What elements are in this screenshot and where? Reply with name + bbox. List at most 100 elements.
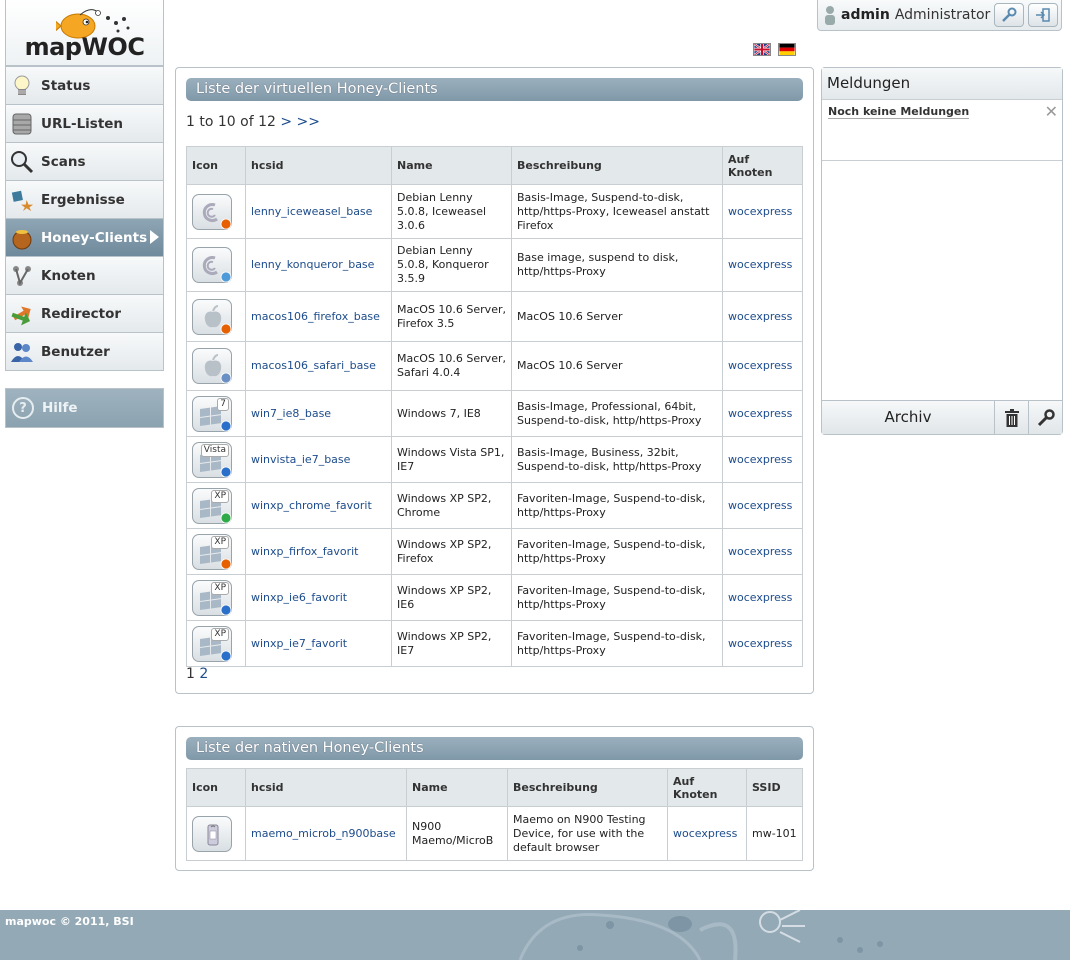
- wrench-icon: [1002, 7, 1017, 22]
- node-link[interactable]: wocexpress: [728, 258, 792, 271]
- hcsid-link[interactable]: win7_ie8_base: [251, 407, 331, 420]
- user-icon: [825, 6, 835, 25]
- pagination-top: 1 to 10 of 12 > >>: [186, 114, 320, 130]
- node-link[interactable]: wocexpress: [728, 359, 792, 372]
- node-link[interactable]: wocexpress: [728, 637, 792, 650]
- sidebar-item-scans[interactable]: Scans: [6, 142, 163, 180]
- node-link[interactable]: wocexpress: [728, 310, 792, 323]
- delete-button[interactable]: [994, 401, 1028, 434]
- client-description: Favoriten-Image, Suspend-to-disk, http/h…: [511, 620, 723, 667]
- sidebar-item-knoten[interactable]: Knoten: [6, 256, 163, 294]
- client-name: MacOS 10.6 Server, Firefox 3.5: [391, 291, 512, 342]
- column-header[interactable]: Auf Knoten: [722, 146, 803, 185]
- client-name: N900 Maemo/MicroB: [406, 806, 508, 861]
- close-icon[interactable]: ✕: [1045, 102, 1058, 121]
- native-clients-panel: Liste der nativen Honey-Clients Icon hcs…: [175, 726, 814, 871]
- hcsid-link[interactable]: macos106_safari_base: [251, 359, 376, 372]
- column-header[interactable]: Auf Knoten: [667, 768, 747, 807]
- node-link[interactable]: wocexpress: [673, 827, 737, 840]
- sidebar-item-status[interactable]: Status: [6, 66, 163, 104]
- wrench-icon: [1037, 408, 1055, 426]
- messages-panel: Meldungen Noch keine Meldungen ✕ Archiv: [821, 67, 1063, 435]
- native-clients-table: Icon hcsid Name Beschreibung Auf Knoten …: [186, 768, 803, 861]
- page-number-link[interactable]: 2: [199, 666, 208, 682]
- hcsid-link[interactable]: winxp_firfox_favorit: [251, 545, 359, 558]
- client-description: Basis-Image, Suspend-to-disk, http/https…: [511, 184, 723, 239]
- trash-icon: [1004, 408, 1019, 427]
- sidebar-item-benutzer[interactable]: Benutzer: [6, 332, 163, 370]
- message-settings-button[interactable]: [1028, 401, 1062, 434]
- client-description: MacOS 10.6 Server: [511, 341, 723, 391]
- table-row: lenny_iceweasel_base Debian Lenny 5.0.8, …: [186, 184, 803, 239]
- node-link[interactable]: wocexpress: [728, 407, 792, 420]
- hcsid-link[interactable]: winxp_chrome_favorit: [251, 499, 372, 512]
- column-header[interactable]: Beschreibung: [511, 146, 723, 185]
- german-flag-icon[interactable]: [778, 43, 796, 56]
- os-icon-cell: XP: [186, 528, 246, 575]
- app-logo[interactable]: mapWOC: [5, 0, 164, 66]
- hcsid-link[interactable]: lenny_konqueror_base: [251, 258, 374, 271]
- footer-decoration-icon: [518, 910, 883, 960]
- node-link[interactable]: wocexpress: [728, 591, 792, 604]
- os-icon-cell: Vista: [186, 436, 246, 483]
- node-link[interactable]: wocexpress: [728, 499, 792, 512]
- last-page-link[interactable]: >>: [297, 114, 320, 130]
- os-icon-cell: [186, 341, 246, 391]
- client-description: Base image, suspend to disk, http/https-…: [511, 238, 723, 292]
- column-header[interactable]: Beschreibung: [507, 768, 668, 807]
- archive-button[interactable]: Archiv: [822, 401, 994, 434]
- username: admin: [841, 7, 890, 23]
- client-name: Windows XP SP2, Chrome: [391, 482, 512, 529]
- hcsid-link[interactable]: winxp_ie6_favorit: [251, 591, 347, 604]
- sidebar-item-label: Redirector: [41, 305, 122, 322]
- column-header[interactable]: hcsid: [245, 768, 407, 807]
- client-name: Windows XP SP2, IE7: [391, 620, 512, 667]
- pagination-bottom: 1 2: [186, 666, 208, 682]
- node-link[interactable]: wocexpress: [728, 205, 792, 218]
- sidebar-item-ergebnisse[interactable]: Ergebnisse: [6, 180, 163, 218]
- client-description: MacOS 10.6 Server: [511, 291, 723, 342]
- hcsid-link[interactable]: winxp_ie7_favorit: [251, 637, 347, 650]
- sidebar-item-label: Ergebnisse: [41, 191, 125, 208]
- column-header: Icon: [186, 146, 246, 185]
- os-icon-cell: 7: [186, 390, 246, 437]
- apple-os-icon: [192, 298, 232, 335]
- virtual-clients-panel: Liste der virtuellen Honey-Clients 1 to …: [175, 67, 814, 694]
- hcsid-link[interactable]: lenny_iceweasel_base: [251, 205, 372, 218]
- node-link[interactable]: wocexpress: [728, 545, 792, 558]
- column-header[interactable]: hcsid: [245, 146, 392, 185]
- sidebar-item-url-listen[interactable]: URL-Listen: [6, 104, 163, 142]
- os-icon-cell: [186, 291, 246, 342]
- hcsid-link[interactable]: winvista_ie7_base: [251, 453, 350, 466]
- node-link[interactable]: wocexpress: [728, 453, 792, 466]
- column-header[interactable]: SSID: [746, 768, 803, 807]
- os-version-badge: XP: [211, 581, 229, 595]
- client-name: Debian Lenny 5.0.8, Iceweasel 3.0.6: [391, 184, 512, 239]
- mobile-device-icon: [192, 815, 232, 852]
- panel-title: Liste der virtuellen Honey-Clients: [186, 78, 803, 101]
- magnifier-icon: [10, 150, 34, 174]
- hcsid-link[interactable]: maemo_microb_n900base: [251, 827, 396, 840]
- client-description: Maemo on N900 Testing Device, for use wi…: [507, 806, 668, 861]
- windows-os-icon: Vista: [192, 441, 232, 478]
- table-row: macos106_firefox_base MacOS 10.6 Server, …: [186, 291, 803, 342]
- page-number-current: 1: [186, 666, 195, 682]
- sidebar-item-redirector[interactable]: Redirector: [6, 294, 163, 332]
- sidebar-item-honey-clients[interactable]: Honey-Clients: [6, 218, 163, 256]
- logout-button[interactable]: [1028, 3, 1059, 27]
- os-version-badge: 7: [217, 397, 229, 411]
- user-role: Administrator: [894, 7, 991, 23]
- windows-os-icon: XP: [192, 533, 232, 570]
- sidebar-nav: Status URL-Listen Scans Ergebnisse Honey…: [5, 66, 164, 371]
- hcsid-link[interactable]: macos106_firefox_base: [251, 310, 380, 323]
- english-flag-icon[interactable]: [753, 43, 771, 56]
- column-header[interactable]: Name: [391, 146, 512, 185]
- brand-name: mapWOC: [24, 33, 145, 61]
- next-page-link[interactable]: >: [280, 114, 292, 130]
- client-description: Favoriten-Image, Suspend-to-disk, http/h…: [511, 528, 723, 575]
- table-row: XP winxp_firfox_favorit Windows XP SP2, Fi…: [186, 528, 803, 575]
- help-button[interactable]: ? Hilfe: [5, 388, 164, 428]
- column-header[interactable]: Name: [406, 768, 508, 807]
- ssid: mw-101: [746, 806, 803, 861]
- settings-button[interactable]: [994, 3, 1025, 27]
